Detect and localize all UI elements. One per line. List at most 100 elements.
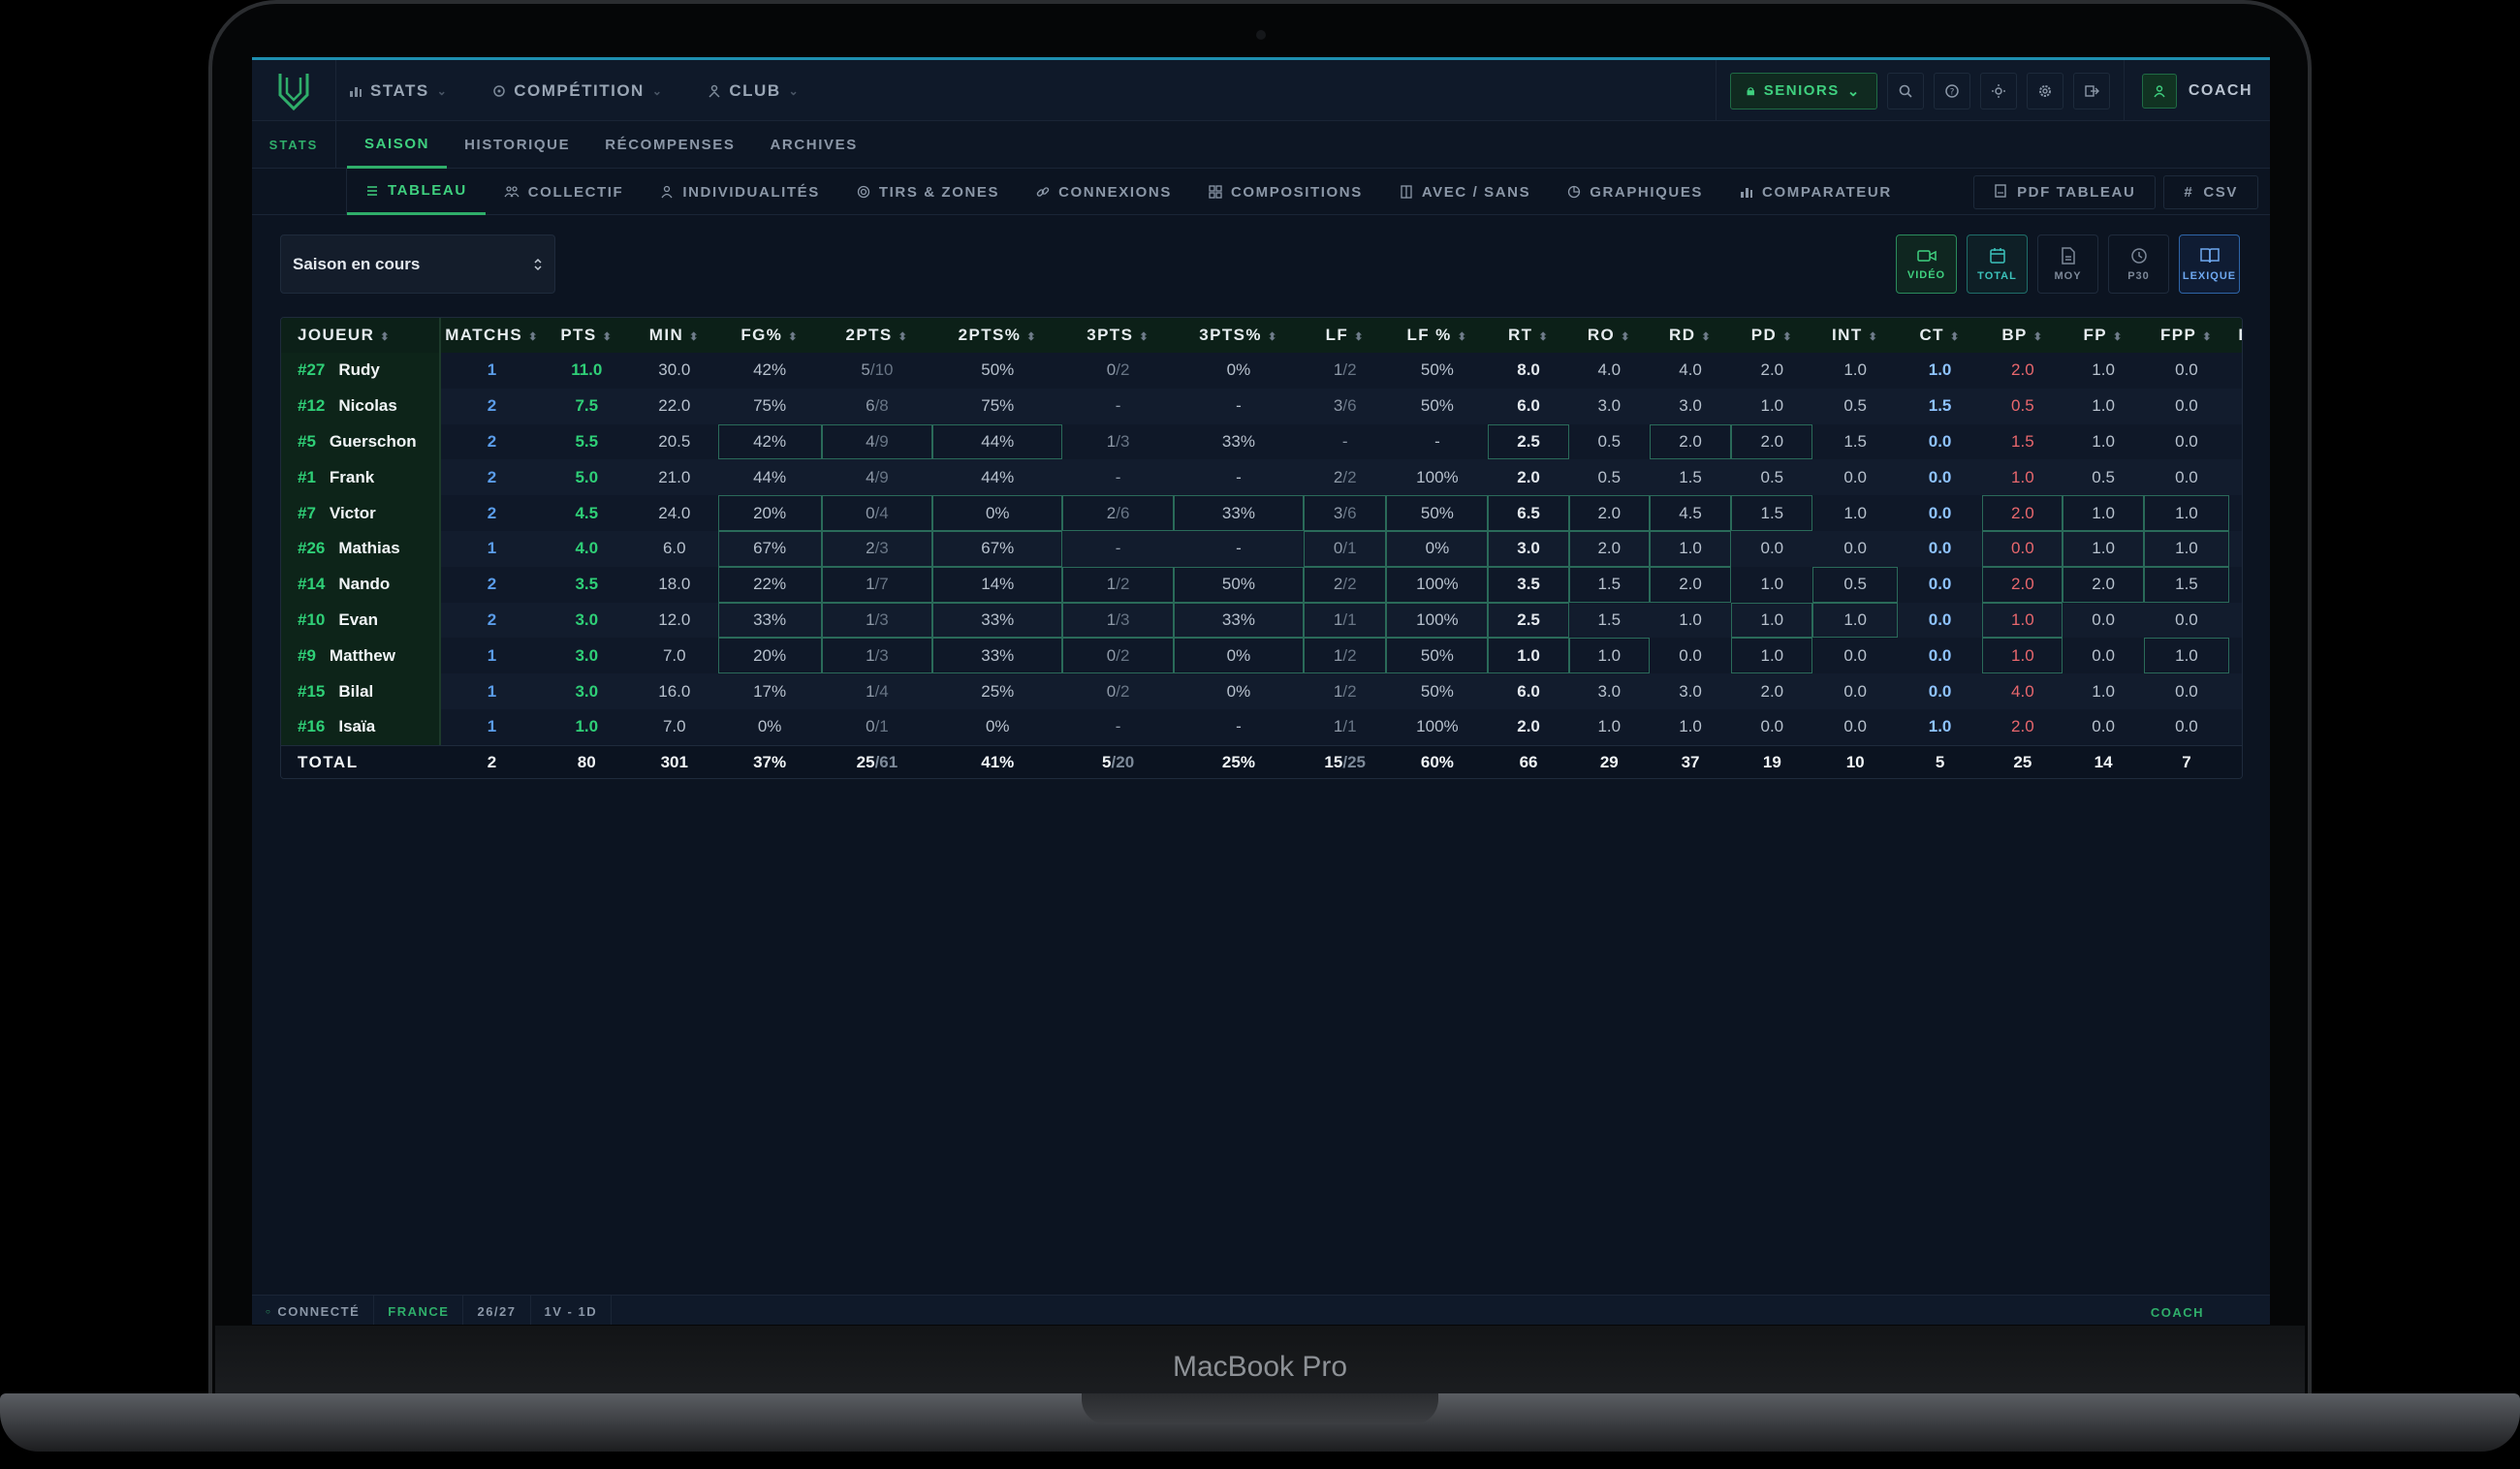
- search-button[interactable]: [1886, 72, 1924, 109]
- user-menu[interactable]: COACH: [2123, 60, 2270, 121]
- column-header[interactable]: FG% ⬍: [717, 318, 822, 353]
- pdf-export-button[interactable]: PDF TABLEAU: [1973, 175, 2157, 209]
- column-header[interactable]: LF % ⬍: [1386, 318, 1489, 353]
- pdf-export-label: PDF TABLEAU: [2017, 184, 2136, 201]
- settings-button[interactable]: [2026, 72, 2063, 109]
- stat-cell: 20%: [717, 638, 822, 674]
- help-button[interactable]: ?: [1933, 72, 1970, 109]
- country-status: FRANCE: [374, 1295, 464, 1325]
- column-header[interactable]: INT ⬍: [1812, 318, 1898, 353]
- column-header[interactable]: MATCHS ⬍: [441, 318, 543, 353]
- stat-cell: 4.0: [1982, 673, 2063, 709]
- sort-icon: ⬍: [898, 331, 909, 343]
- player-cell[interactable]: #9 Matthew: [281, 638, 442, 674]
- column-header[interactable]: 2PTS% ⬍: [932, 318, 1063, 353]
- subnav-tab[interactable]: RÉCOMPENSES: [587, 121, 752, 169]
- view-tab[interactable]: TABLEAU: [347, 169, 486, 215]
- column-header[interactable]: FP ⬍: [2063, 318, 2144, 353]
- view-tab[interactable]: CONNEXIONS: [1018, 169, 1190, 215]
- player-cell[interactable]: #15 Bilal: [281, 673, 442, 709]
- view-mode-button[interactable]: VIDÉO: [1896, 234, 1957, 294]
- nav-club[interactable]: CLUB ⌄: [708, 81, 800, 101]
- table-row[interactable]: #15 Bilal 1 3.0 16.0 17% 1/4 25% 0/2 0% 1/2 50% 6.0 3…: [281, 673, 2242, 709]
- stat-cell: 33%: [1173, 423, 1305, 460]
- table-row[interactable]: #14 Nando 2 3.5 18.0 22% 1/7 14% 1/2 50% 2/2 100% 3.…: [281, 566, 2242, 603]
- subnav-tab[interactable]: SAISON: [347, 121, 448, 169]
- view-mode-button[interactable]: TOTAL: [1967, 234, 2028, 294]
- column-header[interactable]: JOUEUR ⬍: [281, 318, 442, 353]
- column-header[interactable]: RO ⬍: [1568, 318, 1650, 353]
- column-header[interactable]: 3PTS% ⬍: [1173, 318, 1305, 353]
- column-header[interactable]: CT ⬍: [1897, 318, 1983, 353]
- fraction-made: 4: [866, 467, 875, 486]
- player-cell[interactable]: #7 Victor: [281, 495, 442, 531]
- view-tab[interactable]: COMPOSITIONS: [1190, 169, 1381, 215]
- table-row[interactable]: #26 Mathias 1 4.0 6.0 67% 2/3 67% - -0/1 0% 3.0 2.0 1…: [281, 530, 2242, 567]
- player-cell[interactable]: #5 Guerschon: [281, 423, 442, 460]
- player-cell[interactable]: #10 Evan: [281, 602, 442, 639]
- stat-cell: 1: [441, 673, 543, 709]
- stat-cell: 1: [441, 530, 543, 567]
- view-tab[interactable]: INDIVIDUALITÉS: [642, 169, 838, 215]
- column-header[interactable]: RT ⬍: [1488, 318, 1569, 353]
- column-header[interactable]: PTS ⬍: [542, 318, 632, 353]
- fraction-made: 2: [1333, 467, 1343, 486]
- theme-button[interactable]: [1979, 72, 2017, 109]
- fraction-made: 25: [856, 753, 875, 772]
- column-header[interactable]: BP ⬍: [1982, 318, 2063, 353]
- stat-cell: 50%: [932, 353, 1063, 389]
- season-select[interactable]: Saison en cours: [280, 234, 555, 294]
- column-header[interactable]: 2PTS ⬍: [821, 318, 933, 353]
- column-header[interactable]: ÉV: [2229, 318, 2242, 353]
- nav-competition[interactable]: COMPÉTITION ⌄: [492, 81, 663, 101]
- fraction-made: 1: [866, 681, 875, 701]
- logout-button[interactable]: [2072, 72, 2110, 109]
- table-row[interactable]: #10 Evan 2 3.0 12.0 33% 1/3 33% 1/3 33% 1/1 100% 2.5…: [281, 602, 2242, 639]
- table-row[interactable]: #27 Rudy 1 11.0 30.0 42% 5/10 50% 0/2 0% 1/2 50% 8.0…: [281, 353, 2242, 389]
- view-tab[interactable]: COLLECTIF: [486, 169, 643, 215]
- stat-cell: 1.0: [1982, 459, 2063, 496]
- player-cell[interactable]: #12 Nicolas: [281, 388, 442, 424]
- player-cell[interactable]: #1 Frank: [281, 459, 442, 496]
- fraction-attempted: /2: [1342, 575, 1357, 594]
- csv-export-button[interactable]: # CSV: [2163, 175, 2258, 209]
- team-selector[interactable]: 🔒︎ SENIORS ⌄: [1730, 72, 1877, 109]
- subnav-tab[interactable]: HISTORIQUE: [447, 121, 587, 169]
- stat-cell: 2.5: [1488, 423, 1569, 460]
- view-tab[interactable]: GRAPHIQUES: [1549, 169, 1721, 215]
- table-row[interactable]: #9 Matthew 1 3.0 7.0 20% 1/3 33% 0/2 0% 1/2 50% 1.0 1…: [281, 638, 2242, 674]
- stat-cell: 100%: [1386, 602, 1489, 639]
- table-row[interactable]: #12 Nicolas 2 7.5 22.0 75% 6/8 75% - -3/6 50% 6.0 3.…: [281, 388, 2242, 424]
- table-row[interactable]: #16 Isaïa 1 1.0 7.0 0% 0/1 0% - -1/1 100% 2.0 1.0 1.0…: [281, 708, 2242, 745]
- subnav-tab[interactable]: ARCHIVES: [753, 121, 875, 169]
- column-header[interactable]: PD ⬍: [1731, 318, 1813, 353]
- view-mode-button[interactable]: MOY: [2037, 234, 2098, 294]
- sort-icon: ⬍: [602, 331, 614, 343]
- total-cell: 25: [1982, 744, 2063, 778]
- view-tab-label: GRAPHIQUES: [1590, 183, 1704, 201]
- player-cell[interactable]: #27 Rudy: [281, 353, 442, 389]
- app-logo[interactable]: [252, 60, 336, 121]
- chevron-down-icon: ⌄: [436, 83, 449, 98]
- stat-cell: 1.0: [1731, 566, 1813, 603]
- stat-cell: 1: [441, 353, 543, 389]
- view-mode-button[interactable]: P30: [2108, 234, 2169, 294]
- document-icon: [2061, 246, 2076, 265]
- player-cell[interactable]: #26 Mathias: [281, 530, 442, 567]
- view-tab[interactable]: TIRS & ZONES: [838, 169, 1018, 215]
- column-header[interactable]: RD ⬍: [1649, 318, 1732, 353]
- player-cell[interactable]: #16 Isaïa: [281, 708, 442, 745]
- table-row[interactable]: #5 Guerschon 2 5.5 20.5 42% 4/9 44% 1/3 33% - -2.5 0…: [281, 423, 2242, 460]
- column-header[interactable]: 3PTS ⬍: [1062, 318, 1174, 353]
- stat-cell: 8.0: [1488, 353, 1569, 389]
- view-mode-button[interactable]: LEXIQUE: [2179, 234, 2240, 294]
- nav-stats[interactable]: STATS ⌄: [349, 81, 448, 101]
- player-cell[interactable]: #14 Nando: [281, 566, 442, 603]
- column-header[interactable]: MIN ⬍: [631, 318, 718, 353]
- table-row[interactable]: #7 Victor 2 4.5 24.0 20% 0/4 0% 2/6 33% 3/6 50% 6.5 2…: [281, 495, 2242, 531]
- view-tab[interactable]: COMPARATEUR: [1721, 169, 1910, 215]
- table-row[interactable]: #1 Frank 2 5.0 21.0 44% 4/9 44% - -2/2 100% 2.0 0.5 1…: [281, 459, 2242, 496]
- column-header[interactable]: FPP ⬍: [2143, 318, 2230, 353]
- view-tab[interactable]: AVEC / SANS: [1381, 169, 1549, 215]
- column-header[interactable]: LF ⬍: [1304, 318, 1387, 353]
